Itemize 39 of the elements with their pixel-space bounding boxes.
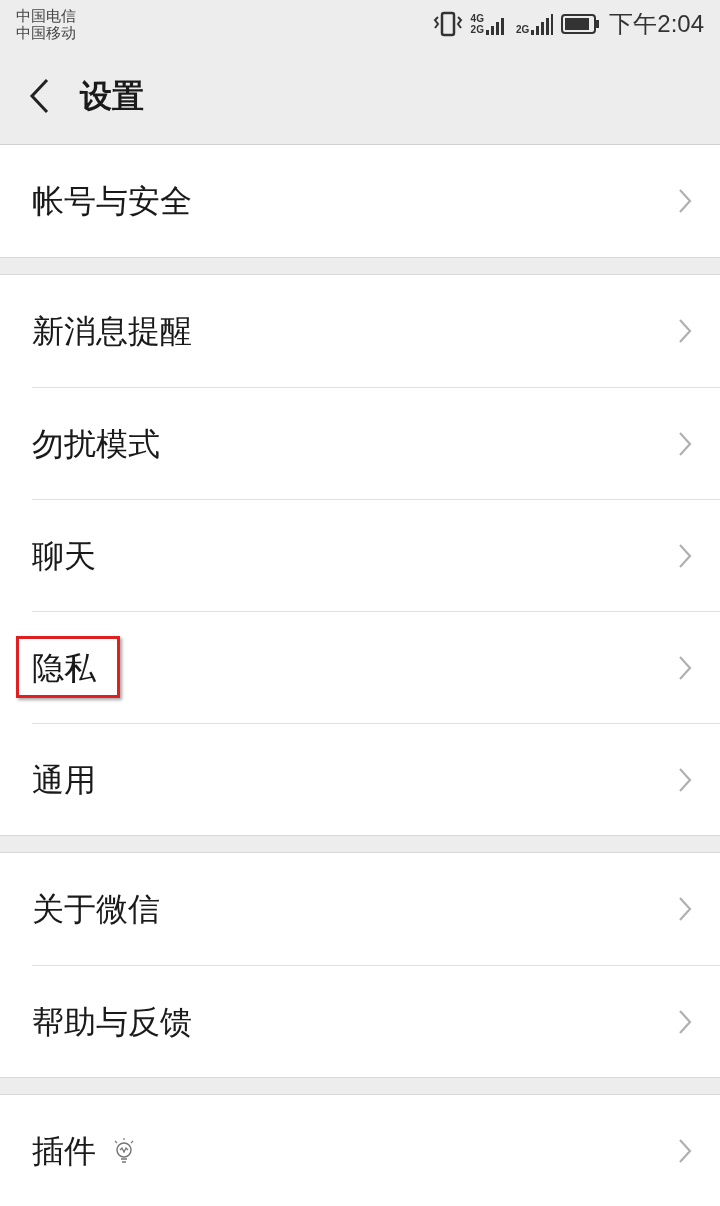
- item-label: 关于微信: [32, 890, 160, 929]
- chevron-icon: [678, 188, 692, 214]
- item-label: 通用: [32, 760, 96, 800]
- settings-item[interactable]: 帐号与安全: [32, 145, 720, 257]
- settings-item[interactable]: 隐私: [32, 611, 720, 723]
- chevron-icon: [678, 542, 692, 569]
- network-label: 4G: [470, 13, 484, 24]
- settings-item[interactable]: 通用: [32, 723, 720, 835]
- back-icon[interactable]: [28, 78, 50, 114]
- battery-icon: [561, 13, 602, 35]
- carrier-name: 中国电信: [16, 7, 76, 24]
- signal-icon: [531, 13, 554, 35]
- chevron-icon: [678, 318, 692, 344]
- clock-time: 下午2:04: [609, 9, 704, 39]
- network-label: 2G: [470, 24, 484, 35]
- chevron-icon: [678, 896, 692, 922]
- chevron-icon: [678, 1008, 692, 1035]
- lightbulb-icon: [112, 1138, 136, 1164]
- item-label: 勿扰模式: [32, 424, 160, 464]
- settings-item[interactable]: 新消息提醒: [32, 275, 720, 387]
- settings-item[interactable]: 插件: [32, 1095, 720, 1206]
- item-label: 聊天: [32, 536, 96, 576]
- settings-item[interactable]: 关于微信: [32, 853, 720, 965]
- item-label: 隐私: [32, 648, 96, 688]
- item-label: 帮助与反馈: [32, 1002, 192, 1042]
- chevron-icon: [678, 1138, 692, 1164]
- settings-item[interactable]: 帮助与反馈: [32, 965, 720, 1077]
- chevron-icon: [678, 430, 692, 457]
- carrier-name: 中国移动: [16, 24, 76, 41]
- item-label: 帐号与安全: [32, 182, 192, 221]
- item-label: 插件: [32, 1132, 96, 1171]
- page-title: 设置: [80, 77, 144, 116]
- vibrate-icon: [432, 11, 463, 37]
- item-label: 新消息提醒: [32, 312, 192, 351]
- chevron-icon: [678, 766, 692, 793]
- chevron-icon: [678, 654, 692, 681]
- settings-item[interactable]: 聊天: [32, 499, 720, 611]
- settings-item[interactable]: 勿扰模式: [32, 387, 720, 499]
- network-label: 2G: [515, 24, 530, 35]
